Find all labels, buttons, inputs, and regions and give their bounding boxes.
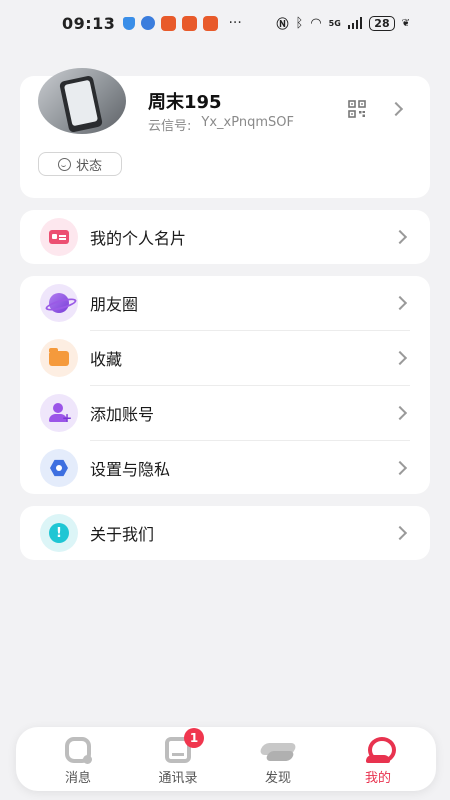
smile-icon [57, 157, 71, 171]
status-button[interactable]: 状态 [38, 152, 122, 176]
bottom-tab-bar: 消息 1 通讯录 发现 我的 [16, 727, 436, 791]
system-icons: Ⓝ ᛒ ◠ 5G 28 ❦ [276, 15, 410, 32]
tab-discover[interactable]: 发现 [238, 727, 318, 791]
tab-label: 消息 [64, 771, 91, 786]
tab-label: 我的 [364, 771, 391, 786]
status-bar: 09:13 ··· Ⓝ ᛒ ◠ 5G 28 ❦ [0, 0, 450, 46]
status-button-label: 状态 [75, 158, 102, 174]
tab-label: 发现 [264, 771, 291, 786]
more-notifications-icon: ··· [228, 15, 242, 31]
wifi-icon: ◠ [310, 15, 322, 31]
menu-item-label: 朋友圈 [90, 295, 139, 314]
profile-id-label: 云信号: [148, 119, 192, 134]
chevron-right-icon [392, 350, 408, 366]
menu-item-settings[interactable]: 设置与隐私 [20, 441, 430, 495]
globe-icon [141, 16, 156, 30]
folder-icon [40, 339, 78, 377]
qr-code-icon[interactable] [348, 100, 366, 118]
app-notification-icon [161, 15, 177, 31]
menu-item-label: 我的个人名片 [90, 229, 187, 248]
profile-id-value: Yx_xPnqmSOF [201, 115, 294, 130]
chevron-right-icon [392, 229, 408, 245]
nfc-icon: Ⓝ [276, 16, 289, 31]
unread-badge: 1 [184, 728, 204, 748]
menu-item-namecard[interactable]: 我的个人名片 [20, 210, 430, 264]
tab-contacts[interactable]: 1 通讯录 [138, 727, 218, 791]
chevron-right-icon [392, 460, 408, 476]
profile-name: 周末195 [148, 92, 222, 113]
chevron-right-icon [388, 101, 404, 117]
status-time: 09:13 [62, 13, 116, 33]
tab-me[interactable]: 我的 [338, 727, 418, 791]
menu-item-label: 添加账号 [90, 405, 155, 424]
message-icon [65, 737, 92, 764]
menu-item-label: 收藏 [90, 350, 123, 369]
menu-item-about[interactable]: ! 关于我们 [20, 506, 430, 560]
main-menu-section: 朋友圈 收藏 + 添加账号 设置与隐私 [20, 276, 430, 494]
tab-messages[interactable]: 消息 [38, 727, 118, 791]
bluetooth-icon: ᛒ [295, 15, 304, 31]
namecard-section: 我的个人名片 [20, 210, 430, 264]
about-section: ! 关于我们 [20, 506, 430, 560]
network-type: 5G [328, 18, 341, 28]
tab-label: 通讯录 [158, 771, 198, 786]
menu-item-moments[interactable]: 朋友圈 [20, 276, 430, 330]
chevron-right-icon [392, 525, 408, 541]
signal-icon [347, 17, 363, 29]
settings-icon [40, 449, 78, 487]
menu-item-add-account[interactable]: + 添加账号 [20, 386, 430, 440]
notification-icons: ··· [123, 15, 242, 31]
leaf-icon: ❦ [401, 17, 410, 29]
menu-item-label: 设置与隐私 [90, 460, 171, 479]
planet-icon [40, 284, 78, 322]
discover-icon [261, 737, 295, 763]
profile-card[interactable]: 周末195 云信号: Yx_xPnqmSOF 状态 [20, 68, 430, 198]
app-notification-icon [182, 15, 198, 31]
menu-item-favorites[interactable]: 收藏 [20, 331, 430, 385]
app-notification-icon [203, 15, 219, 31]
avatar[interactable] [38, 68, 126, 134]
add-user-icon: + [40, 394, 78, 432]
id-card-icon [40, 218, 78, 256]
chevron-right-icon [392, 405, 408, 421]
profile-id: 云信号: Yx_xPnqmSOF [148, 115, 294, 134]
battery-icon: 28 [369, 15, 395, 31]
shield-icon [123, 16, 136, 30]
menu-item-label: 关于我们 [90, 525, 155, 544]
user-icon [365, 737, 396, 763]
info-icon: ! [40, 514, 78, 552]
chevron-right-icon [392, 295, 408, 311]
